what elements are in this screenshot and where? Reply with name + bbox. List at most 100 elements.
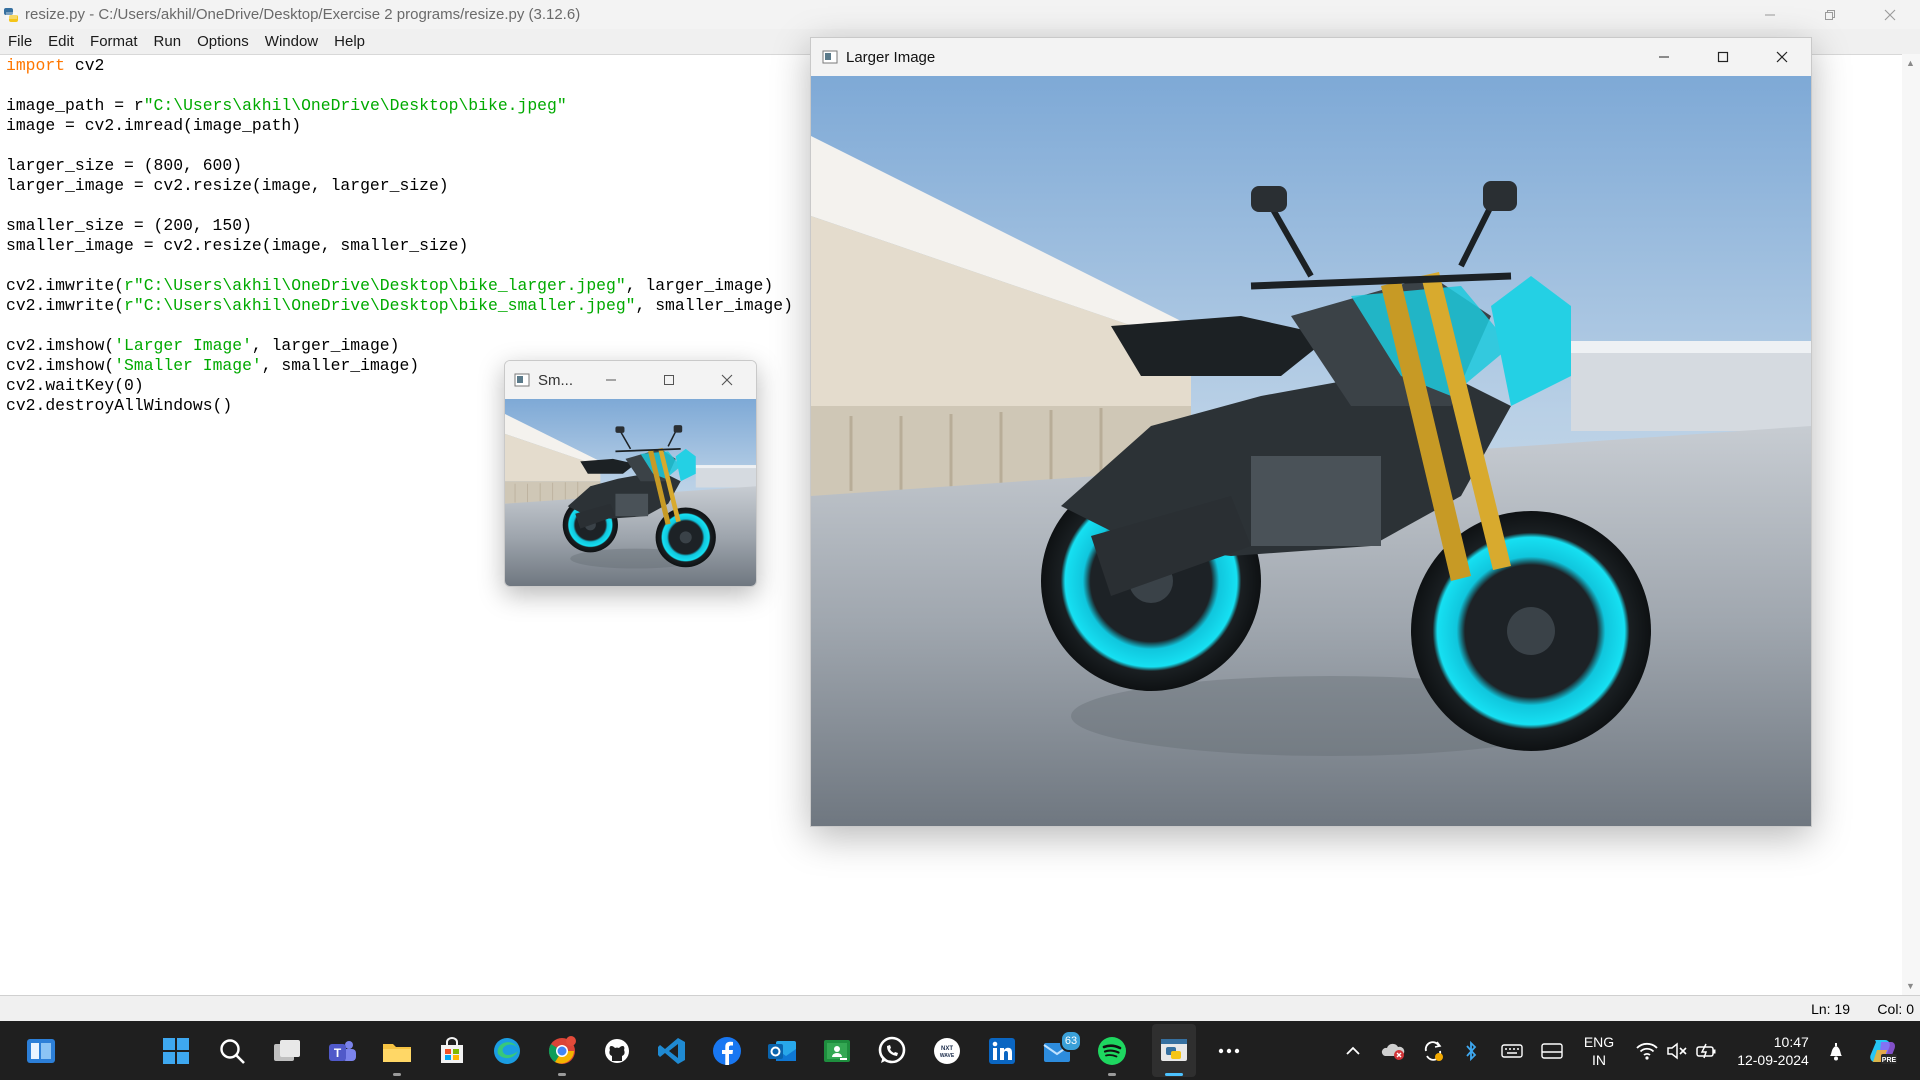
code-token: , larger_image) xyxy=(251,336,400,355)
file-explorer-icon xyxy=(383,1044,411,1062)
chrome-icon xyxy=(548,1036,576,1064)
code-token: larger_image = cv2.resize(image, larger_… xyxy=(6,176,449,195)
code-token: cv2 xyxy=(65,56,105,75)
task-view-button[interactable] xyxy=(268,1032,306,1070)
smaller-minimize-button[interactable] xyxy=(582,361,640,399)
code-line[interactable]: cv2.imwrite(r"C:\Users\akhil\OneDrive\De… xyxy=(6,296,793,316)
code-line[interactable] xyxy=(6,316,793,336)
facebook-button[interactable] xyxy=(708,1032,746,1070)
code-line[interactable]: image_path = r"C:\Users\akhil\OneDrive\D… xyxy=(6,96,793,116)
spotify-button[interactable] xyxy=(1093,1032,1131,1076)
edge-button[interactable] xyxy=(488,1032,526,1070)
menu-file[interactable]: File xyxy=(0,33,40,50)
more-apps-button[interactable] xyxy=(1210,1032,1248,1070)
search-icon xyxy=(220,1039,245,1064)
outlook-icon xyxy=(768,1041,796,1061)
mail-button[interactable]: 63 xyxy=(1038,1030,1082,1070)
github-button[interactable] xyxy=(598,1032,636,1070)
svg-text:PRE: PRE xyxy=(1882,1057,1897,1064)
sync-icon xyxy=(1424,1040,1443,1061)
language-indicator[interactable]: ENG IN xyxy=(1576,1021,1622,1080)
maximize-icon xyxy=(1717,51,1728,63)
larger-image-window[interactable]: Larger Image xyxy=(810,37,1812,827)
search-button[interactable] xyxy=(213,1032,251,1070)
clock[interactable]: 10:47 12-09-2024 xyxy=(1727,1021,1819,1080)
larger-minimize-button[interactable] xyxy=(1634,38,1693,76)
close-icon xyxy=(1884,9,1896,20)
vscode-button[interactable] xyxy=(653,1032,691,1070)
teams-icon: T xyxy=(329,1041,356,1061)
nxtwave-button[interactable]: NXT WAVE xyxy=(928,1032,966,1070)
code-line[interactable]: smaller_size = (200, 150) xyxy=(6,216,793,236)
code-line[interactable]: cv2.imwrite(r"C:\Users\akhil\OneDrive\De… xyxy=(6,276,793,296)
code-line[interactable] xyxy=(6,136,793,156)
microsoft-store-button[interactable] xyxy=(433,1032,471,1070)
restore-button[interactable] xyxy=(1800,0,1860,29)
sync-button[interactable] xyxy=(1418,1021,1448,1080)
show-hidden-icons-button[interactable] xyxy=(1340,1021,1366,1080)
code-line[interactable] xyxy=(6,76,793,96)
menu-options[interactable]: Options xyxy=(189,33,257,50)
vertical-scrollbar[interactable]: ▲ ▼ xyxy=(1902,54,1920,995)
smaller-close-button[interactable] xyxy=(698,361,756,399)
menu-run[interactable]: Run xyxy=(146,33,190,50)
code-line[interactable] xyxy=(6,196,793,216)
teams-button[interactable]: T xyxy=(323,1032,361,1070)
copilot-button[interactable]: PRE xyxy=(1862,1021,1902,1080)
windows-button[interactable] xyxy=(157,1032,195,1070)
start-button[interactable] xyxy=(22,1032,60,1070)
bluetooth-button[interactable] xyxy=(1458,1021,1484,1080)
code-line[interactable]: smaller_image = cv2.resize(image, smalle… xyxy=(6,236,793,256)
windows-logo-icon xyxy=(163,1038,189,1064)
linkedin-button[interactable] xyxy=(983,1032,1021,1070)
active-indicator xyxy=(1165,1073,1183,1076)
outlook-button[interactable] xyxy=(763,1032,801,1070)
volume-button[interactable] xyxy=(1663,1021,1691,1080)
chrome-button[interactable] xyxy=(543,1032,581,1076)
smaller-maximize-button[interactable] xyxy=(640,361,698,399)
code-line[interactable]: larger_size = (800, 600) xyxy=(6,156,793,176)
onedrive-button[interactable] xyxy=(1378,1021,1408,1080)
start-icon xyxy=(27,1039,55,1063)
larger-maximize-button[interactable] xyxy=(1693,38,1752,76)
smaller-window-title: Sm... xyxy=(538,371,574,389)
minimize-button[interactable] xyxy=(1740,0,1800,29)
pinned-indicator xyxy=(1108,1073,1116,1076)
smaller-image-window[interactable]: Sm... xyxy=(504,360,757,587)
region-code: IN xyxy=(1592,1051,1606,1068)
mail-badge: 63 xyxy=(1060,1030,1082,1052)
menu-edit[interactable]: Edit xyxy=(40,33,82,50)
whatsapp-icon xyxy=(878,1036,906,1064)
facebook-icon xyxy=(713,1037,741,1065)
code-line[interactable]: cv2.imshow('Larger Image', larger_image) xyxy=(6,336,793,356)
display-button[interactable] xyxy=(1537,1021,1567,1080)
code-token: image_path = r xyxy=(6,96,144,115)
file-explorer-button[interactable] xyxy=(378,1032,416,1076)
menu-help[interactable]: Help xyxy=(326,33,373,50)
scroll-up-icon[interactable]: ▲ xyxy=(1906,58,1915,68)
code-token: "C:\Users\akhil\OneDrive\Desktop\bike.jp… xyxy=(143,96,567,115)
larger-close-button[interactable] xyxy=(1752,38,1811,76)
svg-text:T: T xyxy=(334,1046,342,1060)
idle-title-bar: resize.py - C:/Users/akhil/OneDrive/Desk… xyxy=(0,0,1920,29)
onedrive-error-icon xyxy=(1381,1043,1405,1060)
code-token: r"C:\Users\akhil\OneDrive\Desktop\bike_l… xyxy=(124,276,626,295)
keyboard-button[interactable] xyxy=(1497,1021,1527,1080)
code-line[interactable]: image = cv2.imread(image_path) xyxy=(6,116,793,136)
whatsapp-button[interactable] xyxy=(873,1032,911,1070)
code-line[interactable] xyxy=(6,256,793,276)
menu-format[interactable]: Format xyxy=(82,33,146,50)
scroll-down-icon[interactable]: ▼ xyxy=(1906,981,1915,991)
code-line[interactable]: import cv2 xyxy=(6,56,793,76)
bluetooth-icon xyxy=(1466,1040,1477,1061)
code-line[interactable]: larger_image = cv2.resize(image, larger_… xyxy=(6,176,793,196)
notifications-button[interactable] xyxy=(1823,1021,1849,1080)
menu-window[interactable]: Window xyxy=(257,33,326,50)
wifi-button[interactable] xyxy=(1633,1021,1661,1080)
close-button[interactable] xyxy=(1860,0,1920,29)
google-classroom-button[interactable] xyxy=(818,1032,856,1070)
linkedin-icon xyxy=(989,1038,1015,1064)
battery-button[interactable] xyxy=(1693,1021,1721,1080)
python-idle-button[interactable] xyxy=(1155,1032,1193,1076)
code-token: smaller_size = (200, 150) xyxy=(6,216,252,235)
